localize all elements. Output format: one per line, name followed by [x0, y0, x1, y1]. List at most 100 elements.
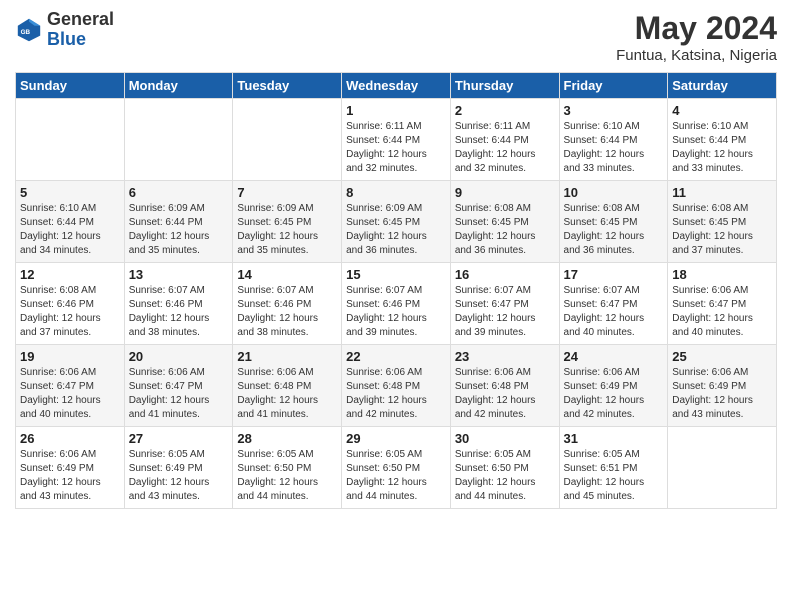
page: GB General Blue May 2024 Funtua, Katsina…: [0, 0, 792, 612]
logo-general: General: [47, 9, 114, 29]
day-number: 20: [129, 349, 229, 364]
day-number: 9: [455, 185, 555, 200]
cell-info: Sunrise: 6:05 AM Sunset: 6:50 PM Dayligh…: [237, 448, 337, 504]
day-number: 30: [455, 431, 555, 446]
day-number: 22: [346, 349, 446, 364]
day-number: 29: [346, 431, 446, 446]
day-number: 16: [455, 267, 555, 282]
cell-info: Sunrise: 6:07 AM Sunset: 6:46 PM Dayligh…: [129, 284, 229, 340]
calendar-cell: 15Sunrise: 6:07 AM Sunset: 6:46 PM Dayli…: [342, 263, 451, 345]
calendar-cell: 26 Sunrise: 6:06 AM Sunset: 6:49 PM Dayli…: [16, 427, 125, 509]
calendar-cell: 28 Sunrise: 6:05 AM Sunset: 6:50 PM Dayli…: [233, 427, 342, 509]
calendar-cell: 21 Sunrise: 6:06 AM Sunset: 6:48 PM Dayli…: [233, 345, 342, 427]
calendar-table: SundayMondayTuesdayWednesdayThursdayFrid…: [15, 72, 777, 509]
calendar-cell: 18 Sunrise: 6:06 AM Sunset: 6:47 PM Dayli…: [668, 263, 777, 345]
day-number: 8: [346, 185, 446, 200]
day-header-sunday: Sunday: [16, 73, 125, 99]
day-number: 19: [20, 349, 120, 364]
cell-info: Sunrise: 6:08 AM Sunset: 6:45 PM Dayligh…: [672, 202, 772, 258]
cell-info: Sunrise: 6:06 AM Sunset: 6:47 PM Dayligh…: [672, 284, 772, 340]
day-number: 6: [129, 185, 229, 200]
calendar-cell: 11 Sunrise: 6:08 AM Sunset: 6:45 PM Dayli…: [668, 181, 777, 263]
cell-info: Sunrise: 6:06 AM Sunset: 6:48 PM Dayligh…: [237, 366, 337, 422]
cell-info: Sunrise: 6:06 AM Sunset: 6:47 PM Dayligh…: [20, 366, 120, 422]
day-header-wednesday: Wednesday: [342, 73, 451, 99]
logo-blue: Blue: [47, 29, 86, 49]
day-header-saturday: Saturday: [668, 73, 777, 99]
calendar-cell: 1 Sunrise: 6:11 AM Sunset: 6:44 PM Daylig…: [342, 99, 451, 181]
week-row-4: 19 Sunrise: 6:06 AM Sunset: 6:47 PM Dayli…: [16, 345, 777, 427]
cell-info: Sunrise: 6:09 AM Sunset: 6:45 PM Dayligh…: [346, 202, 446, 258]
calendar-cell: 19 Sunrise: 6:06 AM Sunset: 6:47 PM Dayli…: [16, 345, 125, 427]
cell-info: Sunrise: 6:09 AM Sunset: 6:45 PM Dayligh…: [237, 202, 337, 258]
cell-info: Sunrise: 6:11 AM Sunset: 6:44 PM Dayligh…: [346, 120, 446, 176]
day-number: 28: [237, 431, 337, 446]
calendar-cell: 3Sunrise: 6:10 AM Sunset: 6:44 PM Daylig…: [559, 99, 668, 181]
calendar-cell: 13Sunrise: 6:07 AM Sunset: 6:46 PM Dayli…: [124, 263, 233, 345]
cell-info: Sunrise: 6:05 AM Sunset: 6:49 PM Dayligh…: [129, 448, 229, 504]
calendar-cell: 14Sunrise: 6:07 AM Sunset: 6:46 PM Dayli…: [233, 263, 342, 345]
cell-info: Sunrise: 6:11 AM Sunset: 6:44 PM Dayligh…: [455, 120, 555, 176]
day-number: 14: [237, 267, 337, 282]
day-number: 23: [455, 349, 555, 364]
week-row-2: 5 Sunrise: 6:10 AM Sunset: 6:44 PM Daylig…: [16, 181, 777, 263]
cell-info: Sunrise: 6:05 AM Sunset: 6:50 PM Dayligh…: [455, 448, 555, 504]
day-number: 31: [564, 431, 664, 446]
cell-info: Sunrise: 6:07 AM Sunset: 6:46 PM Dayligh…: [346, 284, 446, 340]
cell-info: Sunrise: 6:08 AM Sunset: 6:45 PM Dayligh…: [455, 202, 555, 258]
day-number: 2: [455, 103, 555, 118]
week-row-3: 12 Sunrise: 6:08 AM Sunset: 6:46 PM Dayli…: [16, 263, 777, 345]
day-header-friday: Friday: [559, 73, 668, 99]
day-number: 5: [20, 185, 120, 200]
cell-info: Sunrise: 6:08 AM Sunset: 6:46 PM Dayligh…: [20, 284, 120, 340]
title-block: May 2024 Funtua, Katsina, Nigeria: [616, 10, 777, 64]
cell-info: Sunrise: 6:05 AM Sunset: 6:51 PM Dayligh…: [564, 448, 664, 504]
calendar-cell: 5 Sunrise: 6:10 AM Sunset: 6:44 PM Daylig…: [16, 181, 125, 263]
calendar-cell: 7 Sunrise: 6:09 AM Sunset: 6:45 PM Daylig…: [233, 181, 342, 263]
cell-info: Sunrise: 6:06 AM Sunset: 6:47 PM Dayligh…: [129, 366, 229, 422]
calendar-cell: 12 Sunrise: 6:08 AM Sunset: 6:46 PM Dayli…: [16, 263, 125, 345]
svg-text:GB: GB: [21, 29, 31, 36]
day-number: 17: [564, 267, 664, 282]
cell-info: Sunrise: 6:06 AM Sunset: 6:49 PM Dayligh…: [20, 448, 120, 504]
logo: GB General Blue: [15, 10, 114, 50]
calendar-cell: 23Sunrise: 6:06 AM Sunset: 6:48 PM Dayli…: [450, 345, 559, 427]
week-row-5: 26 Sunrise: 6:06 AM Sunset: 6:49 PM Dayli…: [16, 427, 777, 509]
calendar-cell: 30 Sunrise: 6:05 AM Sunset: 6:50 PM Dayli…: [450, 427, 559, 509]
cell-info: Sunrise: 6:07 AM Sunset: 6:47 PM Dayligh…: [455, 284, 555, 340]
day-number: 18: [672, 267, 772, 282]
day-number: 26: [20, 431, 120, 446]
calendar-cell: 8 Sunrise: 6:09 AM Sunset: 6:45 PM Daylig…: [342, 181, 451, 263]
calendar-cell: 31 Sunrise: 6:05 AM Sunset: 6:51 PM Dayli…: [559, 427, 668, 509]
day-number: 12: [20, 267, 120, 282]
calendar-cell: 9 Sunrise: 6:08 AM Sunset: 6:45 PM Daylig…: [450, 181, 559, 263]
header-row: SundayMondayTuesdayWednesdayThursdayFrid…: [16, 73, 777, 99]
day-number: 11: [672, 185, 772, 200]
day-number: 24: [564, 349, 664, 364]
day-number: 21: [237, 349, 337, 364]
calendar-cell: 16 Sunrise: 6:07 AM Sunset: 6:47 PM Dayli…: [450, 263, 559, 345]
day-number: 7: [237, 185, 337, 200]
calendar-body: 1 Sunrise: 6:11 AM Sunset: 6:44 PM Daylig…: [16, 99, 777, 509]
day-number: 1: [346, 103, 446, 118]
day-number: 27: [129, 431, 229, 446]
cell-info: Sunrise: 6:08 AM Sunset: 6:45 PM Dayligh…: [564, 202, 664, 258]
day-number: 10: [564, 185, 664, 200]
cell-info: Sunrise: 6:10 AM Sunset: 6:44 PM Dayligh…: [20, 202, 120, 258]
calendar-cell: 25 Sunrise: 6:06 AM Sunset: 6:49 PM Dayli…: [668, 345, 777, 427]
calendar-cell: 22 Sunrise: 6:06 AM Sunset: 6:48 PM Dayli…: [342, 345, 451, 427]
calendar-cell: 10 Sunrise: 6:08 AM Sunset: 6:45 PM Dayli…: [559, 181, 668, 263]
calendar-cell: [16, 99, 125, 181]
logo-icon: GB: [15, 16, 43, 44]
calendar-header: SundayMondayTuesdayWednesdayThursdayFrid…: [16, 73, 777, 99]
day-number: 25: [672, 349, 772, 364]
calendar-cell: 2 Sunrise: 6:11 AM Sunset: 6:44 PM Daylig…: [450, 99, 559, 181]
calendar-cell: 24Sunrise: 6:06 AM Sunset: 6:49 PM Dayli…: [559, 345, 668, 427]
cell-info: Sunrise: 6:06 AM Sunset: 6:49 PM Dayligh…: [672, 366, 772, 422]
cell-info: Sunrise: 6:06 AM Sunset: 6:48 PM Dayligh…: [346, 366, 446, 422]
cell-info: Sunrise: 6:09 AM Sunset: 6:44 PM Dayligh…: [129, 202, 229, 258]
week-row-1: 1 Sunrise: 6:11 AM Sunset: 6:44 PM Daylig…: [16, 99, 777, 181]
logo-text: General Blue: [47, 10, 114, 50]
day-header-thursday: Thursday: [450, 73, 559, 99]
day-number: 3: [564, 103, 664, 118]
